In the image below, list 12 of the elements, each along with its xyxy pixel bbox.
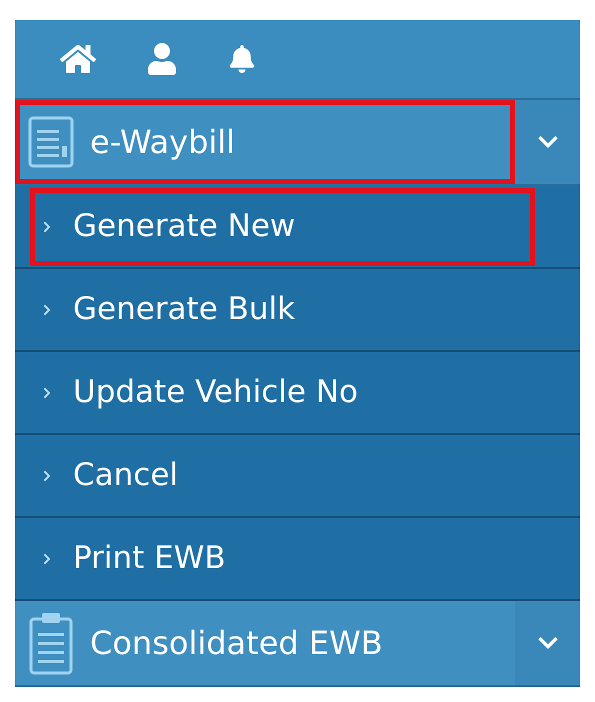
caret-icon	[41, 304, 53, 316]
user-icon[interactable]	[146, 43, 178, 75]
caret-icon	[41, 552, 53, 564]
menu-item[interactable]: e-Waybill	[15, 100, 515, 184]
caret-icon	[41, 386, 53, 398]
caret-icon	[41, 220, 53, 232]
caret-icon	[41, 470, 53, 482]
submenu-item[interactable]: Generate New	[30, 188, 535, 266]
bell-icon[interactable]	[228, 45, 256, 73]
document-icon	[28, 116, 74, 168]
clipboard-icon	[28, 611, 74, 675]
menu-item[interactable]: Consolidated EWB	[15, 601, 515, 685]
